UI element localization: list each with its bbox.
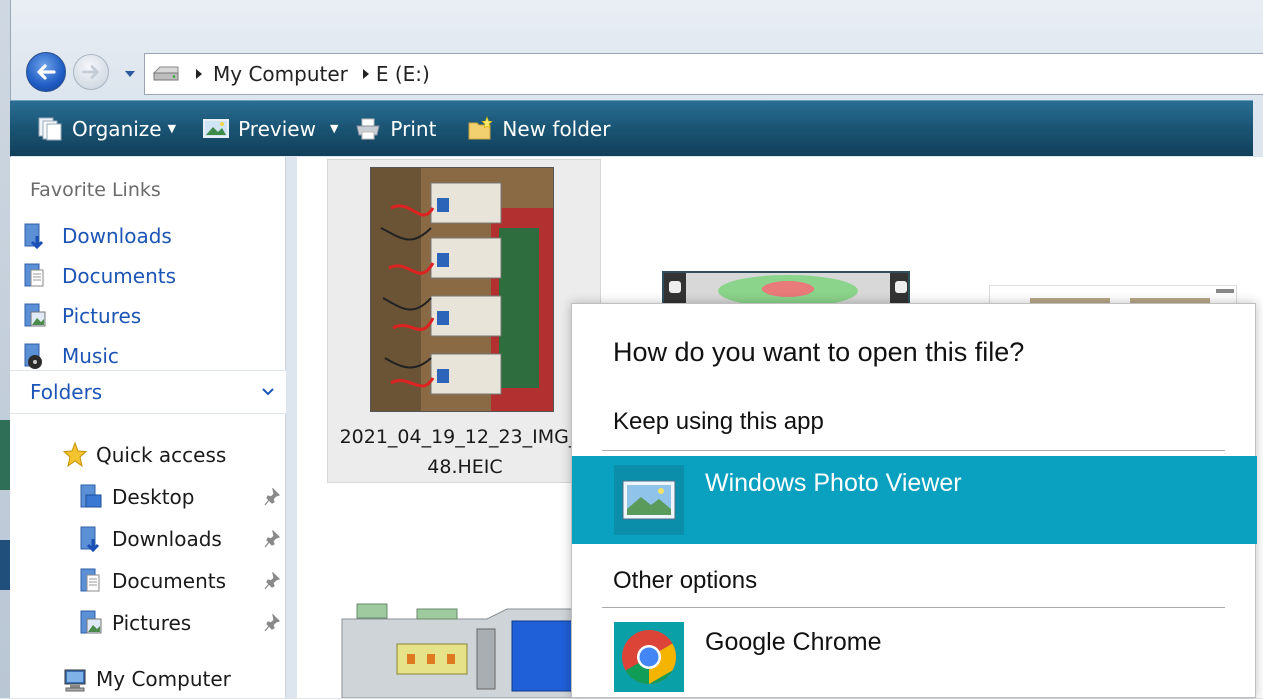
preview-label: Preview bbox=[238, 116, 316, 141]
preview-options-button[interactable]: ▼ bbox=[324, 101, 344, 157]
back-arrow-icon bbox=[37, 64, 56, 80]
organize-icon bbox=[38, 117, 62, 140]
photo-viewer-icon-box bbox=[614, 465, 684, 535]
forward-button[interactable] bbox=[73, 54, 109, 90]
tree-pictures-label: Pictures bbox=[112, 611, 192, 635]
favorite-pictures-label: Pictures bbox=[62, 304, 142, 328]
chrome-icon-box bbox=[614, 622, 684, 692]
open-with-dialog: How do you want to open this file? Keep … bbox=[571, 303, 1257, 699]
app-option-windows-photo-viewer[interactable]: Windows Photo Viewer bbox=[572, 456, 1257, 544]
breadcrumb-arrow-icon[interactable] bbox=[362, 68, 370, 80]
folders-header[interactable]: Folders bbox=[10, 370, 286, 414]
keep-using-heading: Keep using this app bbox=[613, 408, 824, 435]
print-label: Print bbox=[390, 116, 437, 141]
tree-quick-access-label: Quick access bbox=[96, 443, 227, 467]
downloads-icon bbox=[80, 526, 100, 553]
downloads-icon bbox=[24, 223, 44, 250]
file-item[interactable] bbox=[337, 599, 573, 698]
breadcrumb-arrow-icon[interactable] bbox=[195, 68, 203, 80]
tree-downloads-label: Downloads bbox=[112, 527, 222, 551]
documents-icon bbox=[24, 263, 44, 287]
favorite-documents-label: Documents bbox=[62, 264, 177, 288]
chevron-down-icon: ▼ bbox=[167, 122, 177, 135]
pin-icon[interactable] bbox=[264, 572, 280, 590]
pin-icon[interactable] bbox=[264, 614, 280, 632]
favorite-music-label: Music bbox=[62, 344, 119, 368]
favorite-music[interactable]: Music bbox=[22, 340, 119, 372]
photo-viewer-icon bbox=[622, 480, 676, 520]
tree-downloads[interactable]: Downloads bbox=[78, 522, 286, 556]
divider bbox=[602, 607, 1225, 608]
file-name-label: 2021_04_19_12_23_IMG_0 48.HEIC bbox=[328, 422, 602, 482]
forward-arrow-icon bbox=[82, 65, 99, 79]
pictures-icon bbox=[80, 610, 102, 634]
app-option-google-chrome[interactable]: Google Chrome bbox=[572, 614, 1257, 699]
tree-documents-label: Documents bbox=[112, 569, 227, 593]
pin-icon[interactable] bbox=[264, 530, 280, 548]
back-button[interactable] bbox=[26, 52, 66, 92]
new-folder-icon bbox=[468, 115, 494, 139]
breadcrumb-drive-e[interactable]: E (E:) bbox=[376, 62, 430, 86]
desktop-strip bbox=[0, 540, 10, 590]
chrome-icon bbox=[622, 630, 677, 684]
command-toolbar: Organize ▼ Preview ▼ Print New folder bbox=[10, 100, 1253, 156]
desktop-strip bbox=[0, 420, 10, 490]
plant-model-thumbnail bbox=[337, 599, 573, 698]
computer-icon bbox=[64, 669, 86, 692]
file-item-selected[interactable]: 2021_04_19_12_23_IMG_0 48.HEIC bbox=[327, 159, 601, 483]
new-folder-button[interactable]: New folder bbox=[458, 101, 618, 157]
tree-my-computer-label: My Computer bbox=[96, 667, 231, 691]
favorite-downloads-label: Downloads bbox=[62, 224, 172, 248]
music-icon bbox=[24, 343, 42, 369]
new-folder-label: New folder bbox=[502, 116, 611, 141]
navigation-pane: Favorite Links Downloads Documents Pictu… bbox=[10, 157, 286, 698]
chevron-down-icon: ▼ bbox=[329, 122, 339, 135]
tree-my-computer[interactable]: My Computer bbox=[62, 662, 231, 696]
dialog-title: How do you want to open this file? bbox=[613, 337, 1025, 367]
star-icon bbox=[62, 441, 88, 468]
favorite-links-heading: Favorite Links bbox=[30, 179, 161, 201]
documents-icon bbox=[80, 568, 100, 592]
desktop-folder-icon bbox=[80, 484, 102, 508]
relay-board-thumbnail bbox=[371, 168, 553, 411]
file-name-line-1: 2021_04_19_12_23_IMG_0 bbox=[339, 426, 591, 448]
print-button[interactable]: Print bbox=[346, 101, 444, 157]
chevron-down-icon bbox=[125, 71, 135, 77]
folders-label: Folders bbox=[30, 380, 103, 404]
pictures-icon bbox=[24, 303, 46, 327]
other-options-heading: Other options bbox=[613, 567, 758, 594]
photo-viewer-label: Windows Photo Viewer bbox=[705, 469, 962, 497]
tree-desktop[interactable]: Desktop bbox=[78, 480, 286, 514]
drive-icon bbox=[152, 66, 179, 81]
tree-documents[interactable]: Documents bbox=[78, 564, 286, 598]
printer-icon bbox=[356, 118, 381, 139]
preview-icon bbox=[203, 118, 230, 138]
preview-button[interactable]: Preview bbox=[194, 101, 324, 157]
breadcrumb-my-computer[interactable]: My Computer bbox=[213, 62, 348, 86]
favorite-documents[interactable]: Documents bbox=[22, 260, 176, 292]
tree-pictures[interactable]: Pictures bbox=[78, 606, 286, 640]
tree-desktop-label: Desktop bbox=[112, 485, 195, 509]
file-thumbnail bbox=[370, 167, 554, 412]
chrome-label: Google Chrome bbox=[705, 628, 882, 656]
address-bar[interactable]: My Computer E (E:) bbox=[144, 53, 1263, 95]
divider bbox=[602, 450, 1225, 451]
favorite-pictures[interactable]: Pictures bbox=[22, 300, 141, 332]
favorite-downloads[interactable]: Downloads bbox=[22, 220, 172, 252]
organize-button[interactable]: Organize ▼ bbox=[28, 101, 184, 157]
chevron-down-icon bbox=[262, 388, 274, 396]
organize-label: Organize bbox=[72, 116, 162, 141]
tree-quick-access[interactable]: Quick access bbox=[62, 438, 226, 472]
recent-pages-dropdown[interactable] bbox=[124, 68, 136, 80]
file-name-line-2: 48.HEIC bbox=[427, 456, 503, 478]
pin-icon[interactable] bbox=[264, 488, 280, 506]
